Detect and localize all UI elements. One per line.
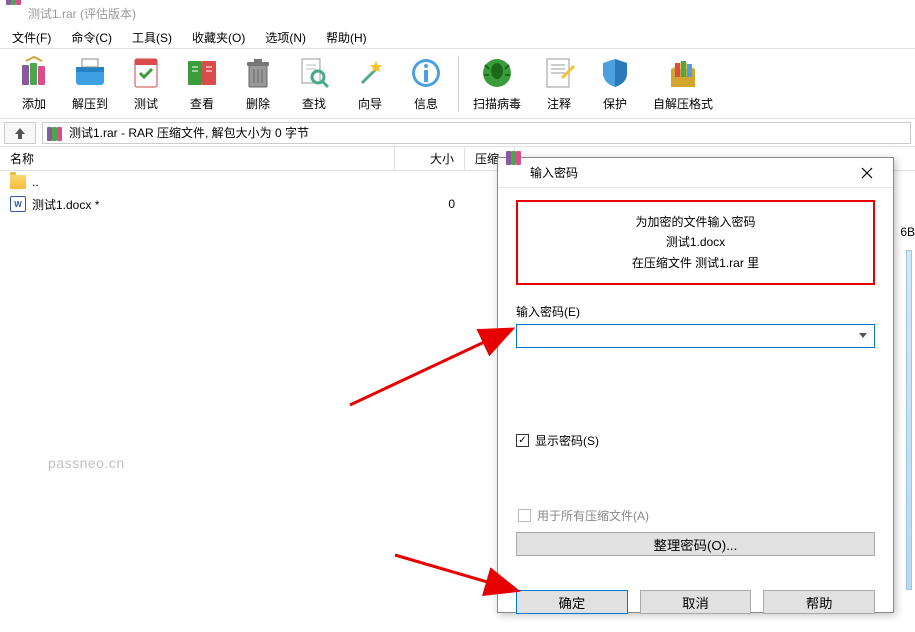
checkbox-icon: ✓ [516,434,529,447]
file-size: 0 [395,197,465,211]
extract-icon [72,55,108,91]
annotation-arrow-1 [350,325,520,408]
protect-button[interactable]: 保护 [587,51,643,116]
delete-icon [240,55,276,91]
address-bar[interactable]: 测试1.rar - RAR 压缩文件, 解包大小为 0 字节 [42,122,911,144]
test-button[interactable]: 测试 [118,51,174,116]
close-icon [861,167,873,179]
help-button[interactable]: 帮助 [763,590,875,614]
menu-options[interactable]: 选项(N) [257,27,314,48]
checkbox-icon [518,509,531,522]
menu-command[interactable]: 命令(C) [63,27,120,48]
col-header-size[interactable]: 大小 [395,147,465,170]
wizard-icon [352,55,388,91]
winrar-app-icon [506,165,522,181]
cancel-button[interactable]: 取消 [640,590,752,614]
sfx-icon [665,55,701,91]
up-arrow-icon [13,126,27,140]
all-archives-checkbox: 用于所有压缩文件(A) [516,507,875,524]
file-name: .. [32,175,39,189]
up-button[interactable] [4,122,36,144]
folder-icon [10,175,26,189]
dialog-titlebar: 输入密码 [498,158,893,188]
col-header-name[interactable]: 名称 [0,147,395,170]
find-button[interactable]: 查找 [286,51,342,116]
watermark: passneo.cn [48,455,125,471]
info-box: 为加密的文件输入密码 测试1.docx 在压缩文件 测试1.rar 里 [516,200,875,285]
menu-help[interactable]: 帮助(H) [318,27,375,48]
organize-passwords-button[interactable]: 整理密码(O)... [516,532,875,556]
comment-icon [541,55,577,91]
comment-button[interactable]: 注释 [531,51,587,116]
info-line1: 为加密的文件输入密码 [526,212,865,232]
toolbar: 添加 解压到 测试 查看 删除 查找 向导 [0,48,915,119]
docx-icon: W [10,196,26,212]
view-button[interactable]: 查看 [174,51,230,116]
info-line2: 测试1.docx [526,232,865,252]
winrar-app-icon [6,5,22,21]
password-input[interactable] [516,324,875,348]
checkbox-label: 显示密码(S) [535,432,599,449]
dialog-title: 输入密码 [530,164,849,181]
add-button[interactable]: 添加 [6,51,62,116]
window-titlebar: 测试1.rar (评估版本) [0,0,915,26]
truncated-text: 6B [900,225,915,239]
checkbox-label: 用于所有压缩文件(A) [537,507,649,524]
toolbar-separator [458,56,459,112]
info-line3: 在压缩文件 测试1.rar 里 [526,253,865,273]
view-icon [184,55,220,91]
find-icon [296,55,332,91]
close-button[interactable] [849,159,885,187]
window-title: 测试1.rar (评估版本) [28,5,136,22]
menubar: 文件(F) 命令(C) 工具(S) 收藏夹(O) 选项(N) 帮助(H) [0,26,915,48]
delete-button[interactable]: 删除 [230,51,286,116]
menu-tools[interactable]: 工具(S) [124,27,180,48]
file-name: 测试1.docx * [32,196,99,213]
ok-button[interactable]: 确定 [516,590,628,614]
password-dialog: 输入密码 为加密的文件输入密码 测试1.docx 在压缩文件 测试1.rar 里… [497,157,894,613]
info-icon [408,55,444,91]
extract-button[interactable]: 解压到 [62,51,118,116]
address-text: 测试1.rar - RAR 压缩文件, 解包大小为 0 字节 [69,124,309,141]
sfx-button[interactable]: 自解压格式 [643,51,723,116]
wizard-button[interactable]: 向导 [342,51,398,116]
archive-icon [47,125,63,141]
pathbar: 测试1.rar - RAR 压缩文件, 解包大小为 0 字节 [0,119,915,147]
add-icon [16,55,52,91]
info-button[interactable]: 信息 [398,51,454,116]
scrollbar-partial[interactable] [906,250,912,590]
scan-button[interactable]: 扫描病毒 [463,51,531,116]
menu-favorites[interactable]: 收藏夹(O) [184,27,253,48]
scan-icon [479,55,515,91]
test-icon [128,55,164,91]
password-label: 输入密码(E) [516,303,875,320]
show-password-checkbox[interactable]: ✓ 显示密码(S) [516,432,875,449]
menu-file[interactable]: 文件(F) [4,27,59,48]
protect-icon [597,55,633,91]
